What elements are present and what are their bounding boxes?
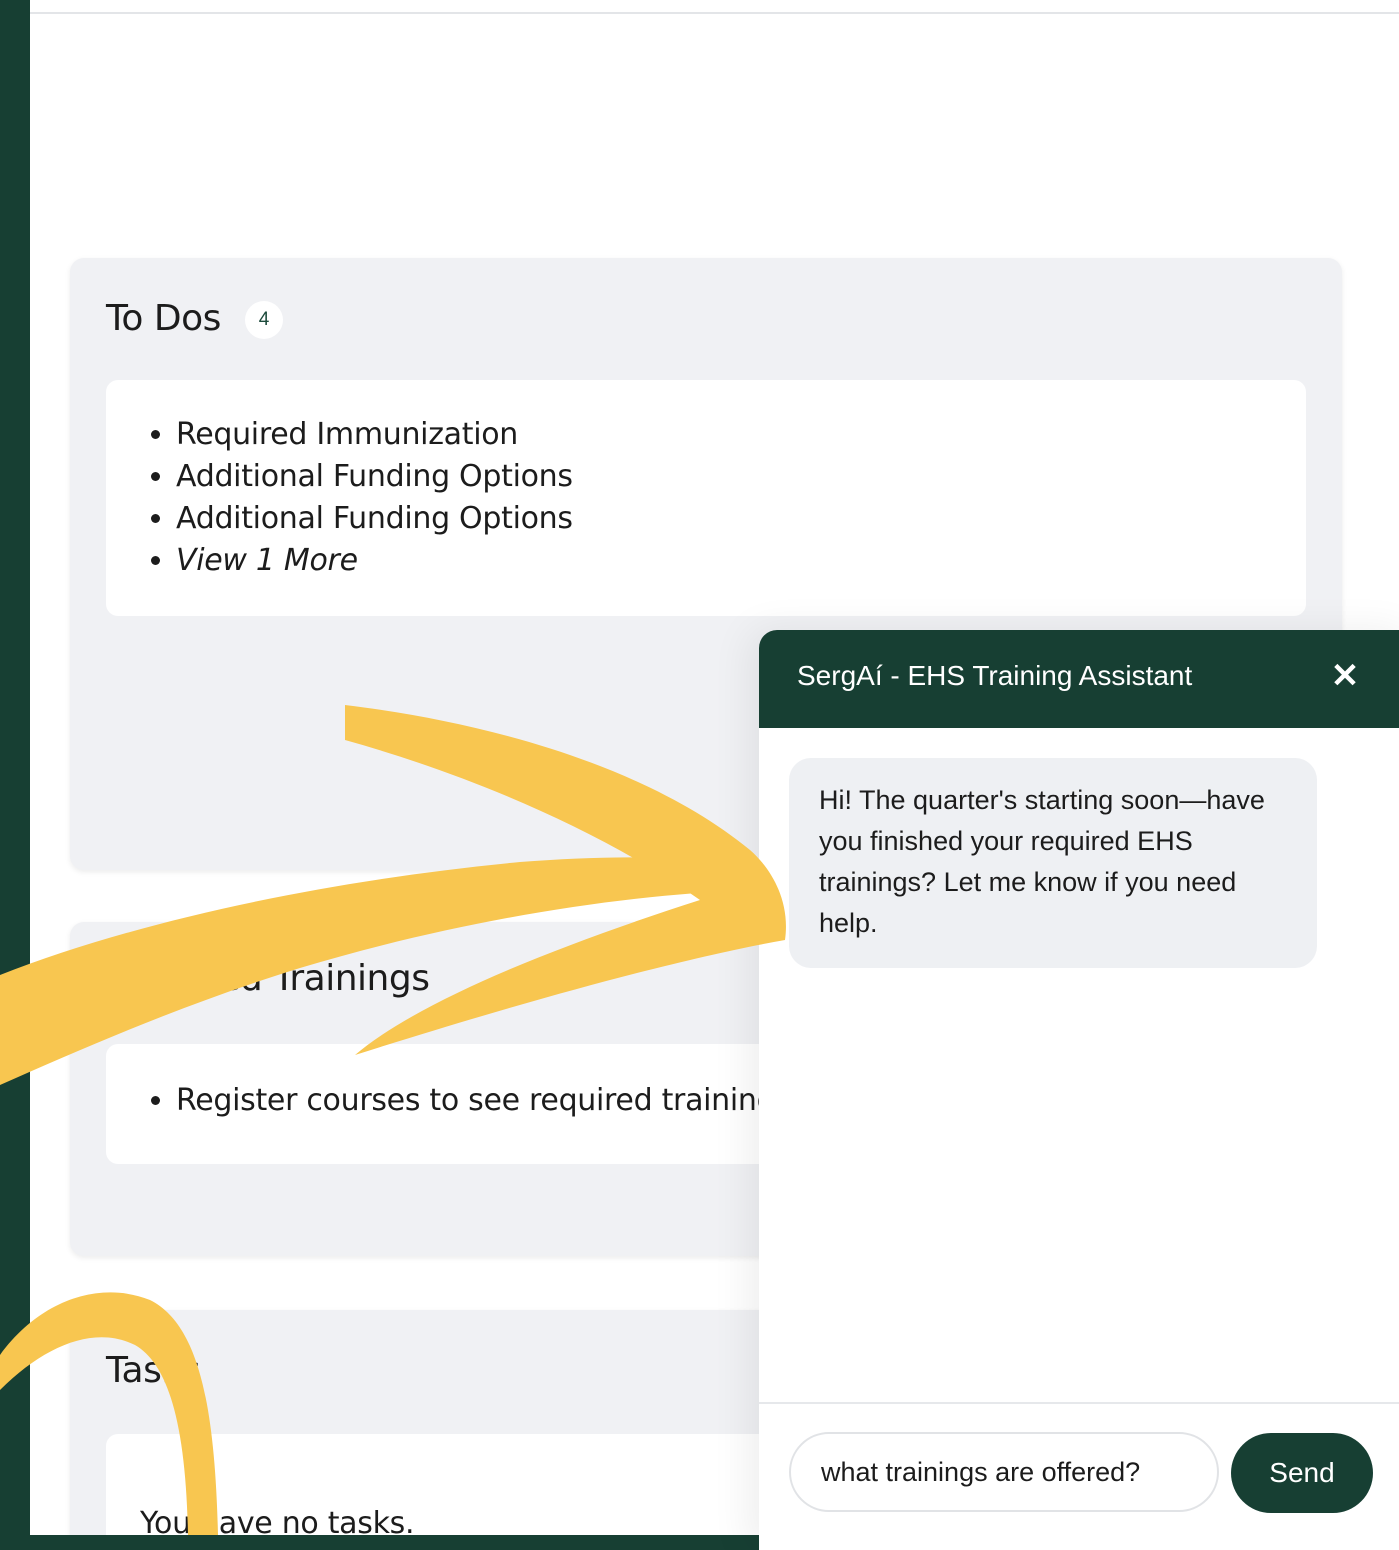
todo-item-funding-2[interactable]: Additional Funding Options xyxy=(176,498,1306,540)
top-divider xyxy=(30,0,1399,14)
close-icon[interactable]: ✕ xyxy=(1327,656,1363,696)
chat-message-input[interactable] xyxy=(789,1432,1219,1512)
tasks-title: Tasks xyxy=(106,1350,200,1391)
todo-item-immunization[interactable]: Required Immunization xyxy=(176,414,1306,456)
chat-footer-divider xyxy=(759,1402,1399,1404)
chat-widget: SergAí - EHS Training Assistant ✕ Hi! Th… xyxy=(759,630,1399,1550)
chat-title: SergAí - EHS Training Assistant xyxy=(797,660,1193,691)
chat-header: SergAí - EHS Training Assistant ✕ xyxy=(759,630,1399,728)
todos-view-more-link[interactable]: View 1 More xyxy=(176,540,1306,582)
todo-item-funding-1[interactable]: Additional Funding Options xyxy=(176,456,1306,498)
required-trainings-title: Required Trainings xyxy=(106,958,430,999)
assistant-message-bubble: Hi! The quarter's starting soon—have you… xyxy=(789,758,1317,968)
tasks-empty-message: You have no tasks. xyxy=(140,1506,415,1535)
todos-count-badge: 4 xyxy=(244,301,283,339)
send-button[interactable]: Send xyxy=(1231,1433,1373,1513)
todos-title: To Dos 4 xyxy=(106,298,283,339)
todos-list: Required Immunization Additional Funding… xyxy=(106,380,1306,582)
todos-list-panel: Required Immunization Additional Funding… xyxy=(106,380,1306,616)
